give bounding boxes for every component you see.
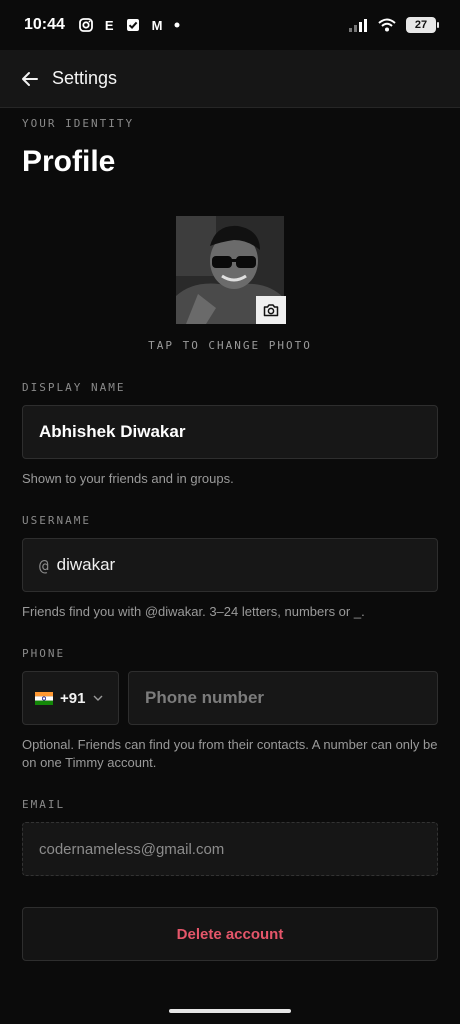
battery-icon: 27: [406, 17, 439, 33]
e-app-icon: E: [104, 17, 114, 33]
country-code: +91: [60, 689, 86, 707]
phone-helper: Optional. Friends can find you from thei…: [22, 737, 438, 770]
notification-icons: E M: [79, 18, 181, 33]
instagram-icon: [79, 18, 93, 32]
page-title: Profile: [22, 145, 116, 178]
status-time: 10:44: [24, 16, 65, 33]
dot-icon: [174, 22, 180, 28]
status-bar: 10:44 E M 27: [0, 0, 460, 50]
username-helper: Friends find you with @diwakar. 3–24 let…: [22, 604, 365, 619]
country-code-select[interactable]: +91: [22, 671, 119, 725]
display-name-helper: Shown to your friends and in groups.: [22, 471, 234, 486]
gmail-icon: M: [151, 17, 163, 33]
phone-field[interactable]: [128, 671, 438, 725]
change-photo-label[interactable]: TAP TO CHANGE PHOTO: [0, 339, 460, 352]
phone-input[interactable]: [145, 688, 421, 708]
camera-icon: [263, 304, 279, 317]
delete-account-button[interactable]: Delete account: [22, 907, 438, 961]
app-bar-title: Settings: [52, 68, 118, 88]
system-icons: 27: [348, 17, 439, 33]
username-field[interactable]: @: [22, 538, 438, 592]
display-name-input[interactable]: [39, 422, 421, 442]
check-app-icon: [126, 19, 139, 31]
email-label: EMAIL: [22, 798, 66, 811]
phone-label: PHONE: [22, 647, 66, 660]
india-flag-icon: [35, 691, 53, 705]
app-bar: Settings: [0, 50, 460, 108]
chevron-down-icon: [93, 695, 103, 701]
email-value: codernameless@gmail.com: [39, 840, 225, 858]
signal-icon: [349, 19, 367, 32]
arrow-left-icon[interactable]: [20, 69, 40, 89]
username-label: USERNAME: [22, 514, 91, 527]
email-field: codernameless@gmail.com: [22, 822, 438, 876]
section-caption: YOUR IDENTITY: [22, 117, 135, 130]
change-photo-button[interactable]: [256, 296, 286, 324]
home-indicator[interactable]: [169, 1009, 291, 1013]
display-name-field[interactable]: [22, 405, 438, 459]
wifi-icon: [378, 18, 396, 32]
username-input[interactable]: [56, 555, 421, 575]
username-prefix: @: [39, 555, 49, 575]
display-name-label: DISPLAY NAME: [22, 381, 126, 394]
